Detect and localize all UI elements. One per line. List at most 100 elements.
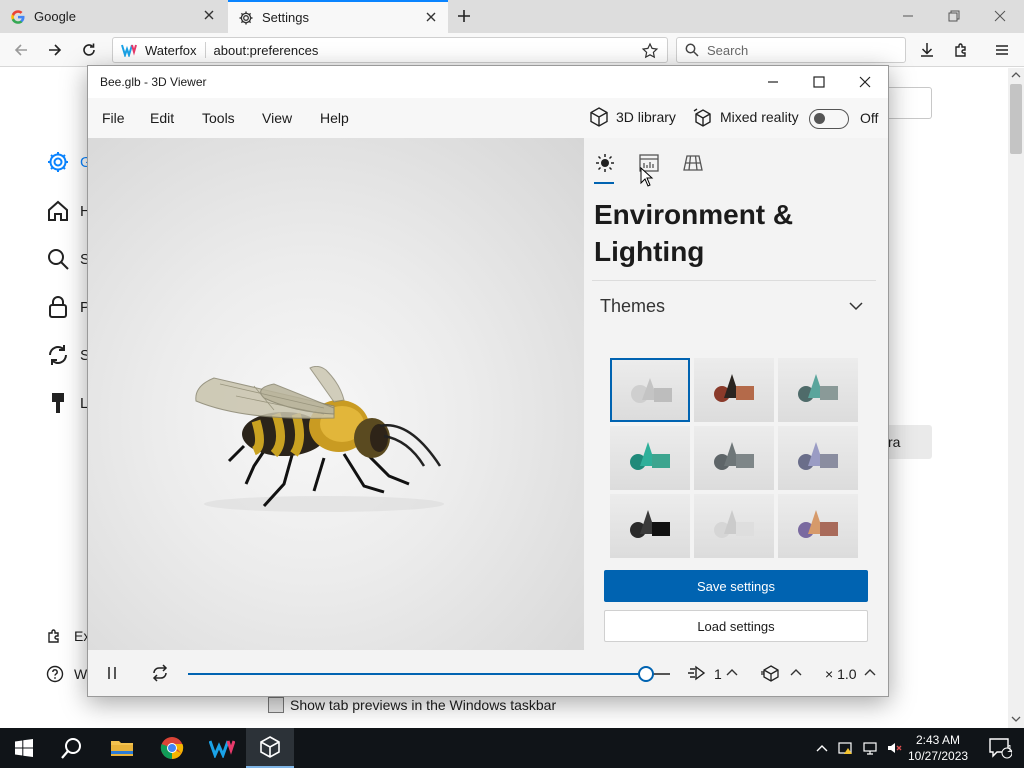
- viewer-menu-bar: File Edit Tools View Help 3D library Mix…: [88, 98, 888, 138]
- sun-brightness-icon[interactable]: [594, 152, 616, 174]
- tab-google[interactable]: Google: [0, 0, 226, 33]
- reload-icon[interactable]: [80, 41, 98, 59]
- gear-icon: [239, 11, 253, 24]
- close-tab-icon[interactable]: [202, 8, 216, 22]
- taskbar-search-button[interactable]: [48, 728, 96, 768]
- theme-preview-green: [630, 442, 670, 470]
- notification-center-button[interactable]: 1: [976, 728, 1024, 768]
- theme-tile[interactable]: [694, 494, 774, 558]
- folder-icon: [111, 741, 133, 756]
- close-tab-icon[interactable]: [424, 10, 438, 24]
- menu-file[interactable]: File: [102, 110, 125, 126]
- url-text[interactable]: about:preferences: [206, 43, 319, 58]
- url-bar[interactable]: Waterfox about:preferences: [112, 37, 668, 63]
- page-scrollbar[interactable]: [1008, 68, 1024, 728]
- mixed-reality-label: Mixed reality: [720, 109, 799, 125]
- extensions-icon: [48, 629, 59, 643]
- chevron-up-icon[interactable]: [814, 740, 830, 756]
- animation-speed-icon[interactable]: [686, 663, 708, 683]
- taskbar-3d-viewer[interactable]: [246, 728, 294, 768]
- identity-box[interactable]: Waterfox: [113, 42, 206, 58]
- hamburger-menu-icon[interactable]: [993, 41, 1011, 59]
- search-bar[interactable]: Search: [676, 37, 906, 63]
- theme-preview-warm: [714, 374, 754, 402]
- maximize-icon[interactable]: [811, 74, 827, 90]
- network-icon[interactable]: [862, 740, 878, 756]
- windows-logo-icon: [15, 739, 33, 757]
- theme-preview-neutral: [631, 378, 672, 403]
- search-icon: [48, 249, 69, 270]
- waterfox-logo-icon: [209, 740, 235, 758]
- timeline-progress[interactable]: [188, 673, 646, 675]
- close-window-icon[interactable]: [992, 8, 1008, 24]
- grid-mesh-icon[interactable]: [682, 152, 704, 174]
- bee-3d-model[interactable]: [184, 366, 454, 516]
- theme-preview-light: [714, 510, 754, 538]
- taskbar-file-explorer[interactable]: [98, 728, 146, 768]
- theme-grid: [610, 358, 860, 558]
- save-settings-button[interactable]: Save settings: [604, 570, 868, 602]
- volume-muted-icon[interactable]: [886, 740, 902, 756]
- forward-arrow-icon[interactable]: [46, 41, 64, 59]
- back-arrow-icon[interactable]: [12, 41, 30, 59]
- chevron-down-icon[interactable]: [848, 298, 864, 314]
- menu-tools[interactable]: Tools: [202, 110, 235, 126]
- gear-icon: [48, 152, 68, 172]
- panel-heading: Environment & Lighting: [594, 199, 794, 267]
- settings-partial-button[interactable]: ra: [888, 425, 932, 459]
- theme-tile[interactable]: [610, 426, 690, 490]
- start-button[interactable]: [0, 728, 48, 768]
- theme-tile[interactable]: [610, 358, 690, 422]
- tab-preview-checkbox[interactable]: [268, 697, 284, 713]
- themes-section-label[interactable]: Themes: [600, 296, 665, 317]
- chevron-up-icon[interactable]: [864, 667, 876, 677]
- minimize-icon[interactable]: [900, 8, 916, 24]
- mixed-reality-icon: [693, 108, 711, 127]
- menu-view[interactable]: View: [262, 110, 292, 126]
- model-scale-icon[interactable]: [760, 664, 782, 682]
- scroll-up-arrow-icon[interactable]: [1011, 70, 1021, 80]
- downloads-icon[interactable]: [918, 41, 936, 59]
- pause-icon[interactable]: [104, 665, 120, 681]
- minimize-icon[interactable]: [765, 74, 781, 90]
- tab-settings[interactable]: Settings: [228, 0, 448, 33]
- theme-tile[interactable]: [610, 494, 690, 558]
- theme-tile[interactable]: [694, 358, 774, 422]
- restore-icon[interactable]: [946, 8, 962, 24]
- theme-tile[interactable]: [778, 358, 858, 422]
- mixed-reality-button[interactable]: Mixed reality: [692, 106, 799, 128]
- theme-tile[interactable]: [778, 426, 858, 490]
- system-clock[interactable]: 2:43 AM 10/27/2023: [908, 732, 968, 764]
- tab-preview-option[interactable]: Show tab previews in the Windows taskbar: [268, 697, 556, 713]
- viewer-title-bar[interactable]: Bee.glb - 3D Viewer: [88, 66, 888, 98]
- find-in-settings-input[interactable]: [888, 87, 932, 119]
- search-icon: [61, 738, 81, 759]
- theme-tile[interactable]: [778, 494, 858, 558]
- taskbar-chrome[interactable]: [148, 728, 196, 768]
- lock-icon: [49, 296, 67, 318]
- chevron-up-icon[interactable]: [790, 667, 802, 677]
- mixed-reality-state: Off: [860, 110, 879, 126]
- extensions-puzzle-icon[interactable]: [953, 41, 971, 59]
- security-alert-icon[interactable]: [838, 740, 854, 756]
- menu-help[interactable]: Help: [320, 110, 349, 126]
- chevron-up-icon[interactable]: [726, 667, 738, 677]
- playback-controls: 1 × 1.0: [88, 650, 888, 696]
- scrollbar-thumb[interactable]: [1010, 84, 1022, 154]
- load-settings-button[interactable]: Load settings: [604, 610, 868, 642]
- help-icon: [46, 665, 64, 683]
- theme-tile[interactable]: [694, 426, 774, 490]
- mixed-reality-toggle[interactable]: [809, 109, 849, 129]
- taskbar-waterfox[interactable]: [198, 728, 246, 768]
- 3d-viewport[interactable]: [88, 138, 584, 650]
- bookmark-star-icon[interactable]: [641, 42, 659, 60]
- menu-edit[interactable]: Edit: [150, 110, 174, 126]
- close-window-icon[interactable]: [857, 74, 873, 90]
- scroll-down-arrow-icon[interactable]: [1011, 714, 1021, 724]
- new-tab-plus-icon[interactable]: [456, 8, 472, 24]
- timeline-thumb[interactable]: [638, 666, 654, 682]
- loop-icon[interactable]: [150, 664, 170, 682]
- tab-label: Google: [34, 9, 76, 24]
- active-tab-indicator: [594, 182, 614, 184]
- 3d-library-button[interactable]: 3D library: [588, 106, 676, 128]
